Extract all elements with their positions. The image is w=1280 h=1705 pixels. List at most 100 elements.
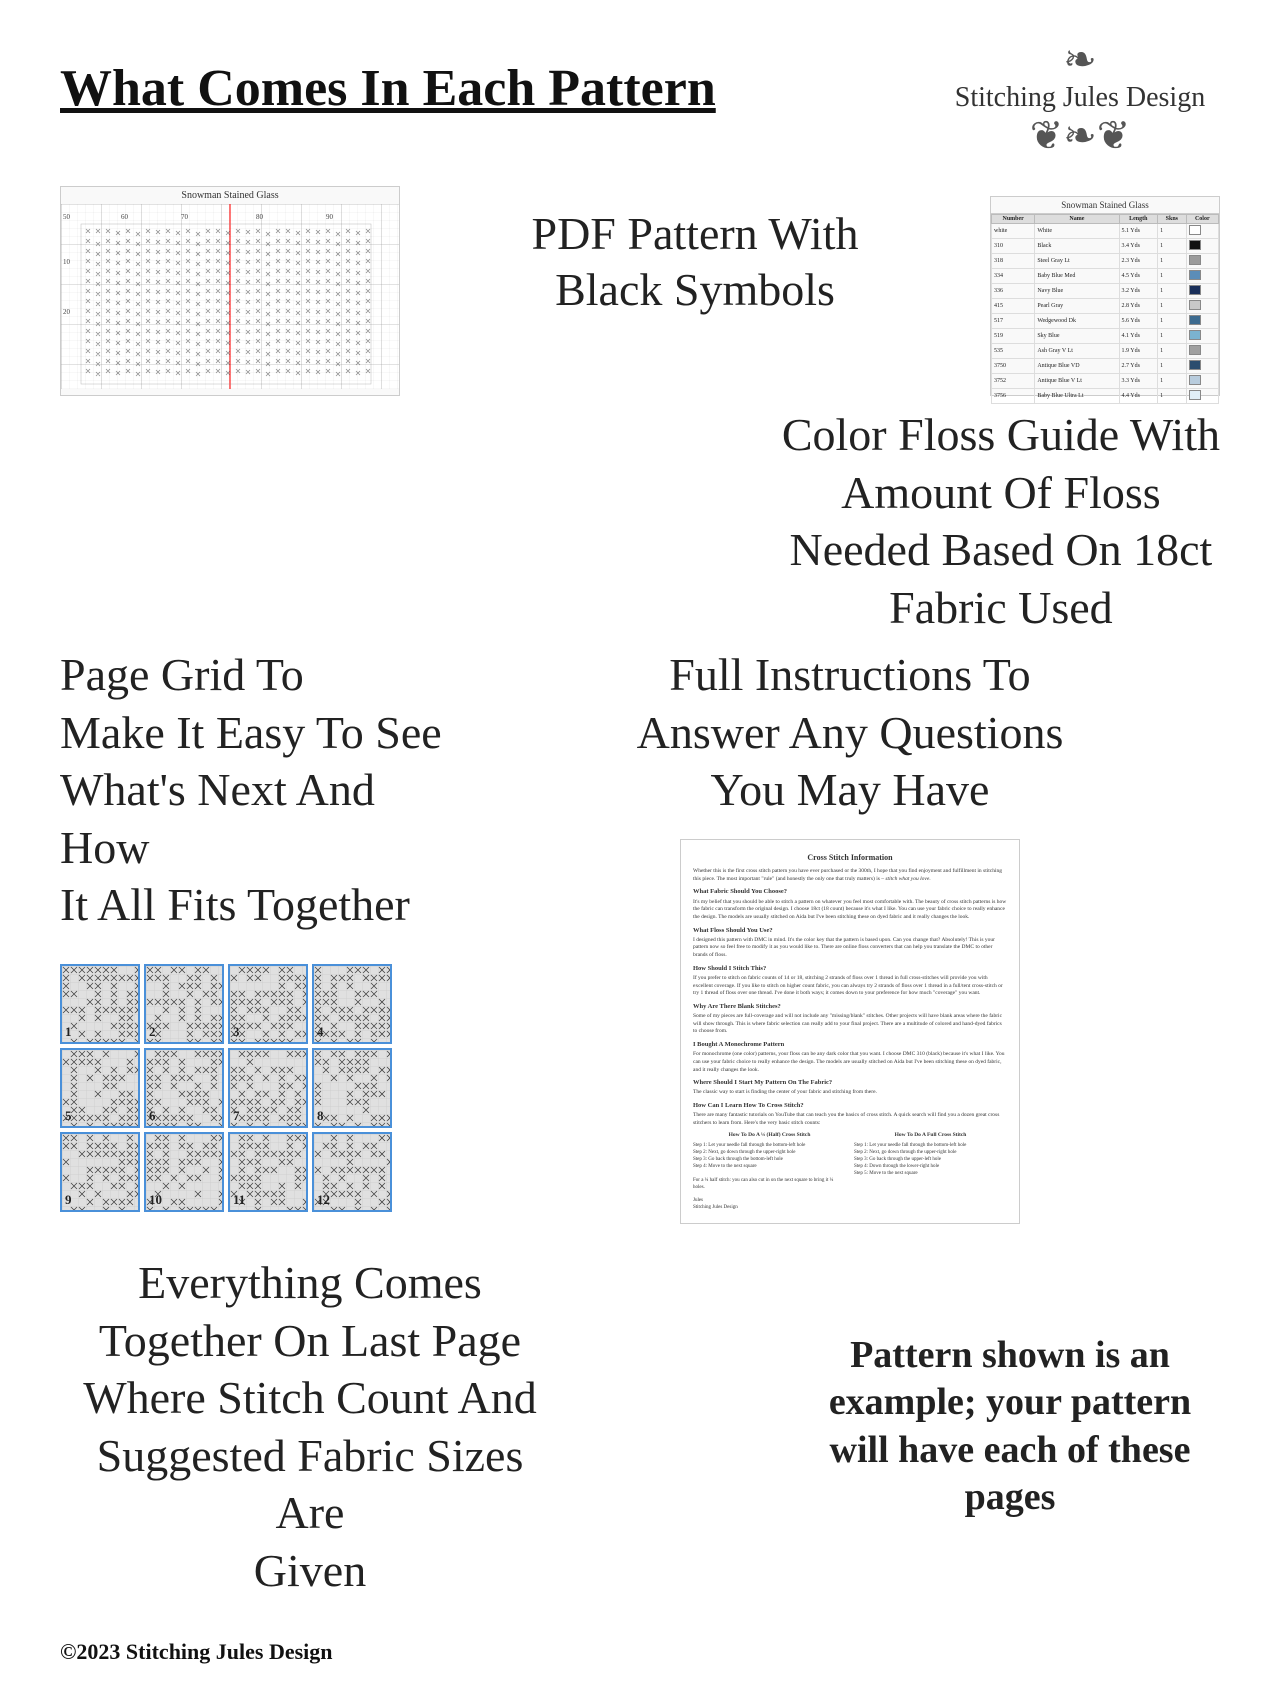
floss-name: Navy Blue [1035, 284, 1119, 299]
color-swatch [1189, 300, 1201, 310]
floss-name: Antique Blue V Lt [1035, 374, 1119, 389]
floss-row: 415 Pearl Gray 2.8 Yds 1 [992, 299, 1219, 314]
col-color: Color [1186, 215, 1218, 224]
floss-number: 310 [992, 239, 1035, 254]
floss-number: 415 [992, 299, 1035, 314]
floss-skns: 1 [1158, 299, 1187, 314]
color-swatch [1189, 315, 1201, 325]
thumbnail-7: 7 [228, 1048, 308, 1128]
color-swatch [1189, 225, 1201, 235]
thumbnail-6: 6 [144, 1048, 224, 1128]
svg-text:90: 90 [326, 213, 334, 221]
floss-name: Steel Gray Lt [1035, 254, 1119, 269]
floss-skns: 1 [1158, 329, 1187, 344]
inst-heading-4: Why Are There Blank Stitches? [693, 1002, 1007, 1011]
thumb-number-8: 8 [317, 1108, 324, 1124]
floss-row: 336 Navy Blue 3.2 Yds 1 [992, 284, 1219, 299]
color-swatch [1189, 390, 1201, 400]
pdf-label: PDF Pattern With Black Symbols [420, 186, 970, 316]
page: What Comes In Each Pattern ❧ Stitching J… [0, 0, 1280, 1705]
inst-para-5: For monochrome (one color) patterns, you… [693, 1051, 1007, 1074]
floss-number: 336 [992, 284, 1035, 299]
floss-color-cell [1186, 299, 1218, 314]
svg-text:20: 20 [63, 308, 71, 316]
floss-skns: 1 [1158, 359, 1187, 374]
half-step-4: Step 4: Move to the next square [693, 1163, 846, 1170]
floss-length: 4.5 Yds [1119, 269, 1158, 284]
floss-number: 3750 [992, 359, 1035, 374]
inst-heading-7: How Can I Learn How To Cross Stitch? [693, 1101, 1007, 1110]
color-swatch [1189, 240, 1201, 250]
cross-stitch-preview: Snowman Stained Glass [60, 186, 400, 396]
thumbnail-4: 4 [312, 964, 392, 1044]
inst-para-0: Whether this is the first cross stitch p… [693, 868, 1007, 883]
logo-ornament-bottom: ❦❧❦ [940, 116, 1220, 156]
thumb-number-11: 11 [233, 1192, 245, 1208]
floss-row: 3750 Antique Blue VD 2.7 Yds 1 [992, 359, 1219, 374]
half-stitch-col: How To Do A ¼ (Half) Cross Stitch Step 1… [693, 1132, 846, 1191]
svg-text:60: 60 [121, 213, 129, 221]
thumbnails-grid: 123456789101112 [60, 964, 392, 1212]
section-floss: Color Floss Guide With Amount Of Floss N… [60, 406, 1220, 636]
thumb-number-5: 5 [65, 1108, 72, 1124]
floss-length: 2.3 Yds [1119, 254, 1158, 269]
inst-para-3: If you prefer to stitch on fabric counts… [693, 975, 1007, 998]
floss-number: 334 [992, 269, 1035, 284]
pattern-note: Pattern shown is an example; your patter… [800, 1332, 1220, 1522]
thumb-number-2: 2 [149, 1024, 156, 1040]
section-bottom: Everything Comes Together On Last Page W… [60, 1254, 1220, 1599]
color-swatch [1189, 255, 1201, 265]
floss-length: 5.1 Yds [1119, 224, 1158, 239]
floss-color-cell [1186, 284, 1218, 299]
floss-name: Baby Blue Med [1035, 269, 1119, 284]
floss-skns: 1 [1158, 239, 1187, 254]
inst-heading-6: Where Should I Start My Pattern On The F… [693, 1078, 1007, 1087]
floss-skns: 1 [1158, 224, 1187, 239]
floss-length: 2.8 Yds [1119, 299, 1158, 314]
floss-length: 3.3 Yds [1119, 374, 1158, 389]
svg-text:80: 80 [256, 213, 264, 221]
floss-skns: 1 [1158, 344, 1187, 359]
inst-para-1: It's my belief that you should be able t… [693, 899, 1007, 922]
inst-para-2: I designed this pattern with DMC in mind… [693, 937, 1007, 960]
inst-para-4: Some of my pieces are full-coverage and … [693, 1013, 1007, 1036]
floss-color-cell [1186, 344, 1218, 359]
thumb-number-4: 4 [317, 1024, 324, 1040]
floss-color-cell [1186, 359, 1218, 374]
floss-row: 3752 Antique Blue V Lt 3.3 Yds 1 [992, 374, 1219, 389]
floss-number: 517 [992, 314, 1035, 329]
logo-text: Stitching Jules Design [940, 80, 1220, 116]
color-swatch [1189, 270, 1201, 280]
full-step-5: Step 5: Move to the next square [854, 1170, 1007, 1177]
everything-label: Everything Comes Together On Last Page W… [60, 1254, 560, 1599]
thumbnail-1: 1 [60, 964, 140, 1044]
color-swatch [1189, 285, 1201, 295]
floss-skns: 1 [1158, 269, 1187, 284]
floss-skns: 1 [1158, 314, 1187, 329]
thumb-number-10: 10 [149, 1192, 162, 1208]
floss-guide-preview: Snowman Stained Glass Number Name Length… [990, 196, 1220, 396]
full-stitch-title: How To Do A Full Cross Stitch [854, 1132, 1007, 1140]
full-step-1: Step 1: Let your needle fall through the… [854, 1142, 1007, 1149]
svg-text:10: 10 [63, 258, 71, 266]
full-stitch-col: How To Do A Full Cross Stitch Step 1: Le… [854, 1132, 1007, 1191]
logo-ornament-top: ❧ [940, 40, 1220, 80]
floss-color-cell [1186, 254, 1218, 269]
floss-row: 519 Sky Blue 4.1 Yds 1 [992, 329, 1219, 344]
floss-length: 2.7 Yds [1119, 359, 1158, 374]
page-title: What Comes In Each Pattern [60, 60, 716, 117]
floss-color-cell [1186, 389, 1218, 404]
instructions-preview: Cross Stitch Information Whether this is… [680, 839, 1020, 1224]
half-step-3: Step 3: Go back through the bottom-left … [693, 1156, 846, 1163]
thumb-number-3: 3 [233, 1024, 240, 1040]
floss-color-cell [1186, 329, 1218, 344]
floss-color-cell [1186, 374, 1218, 389]
full-step-2: Step 2: Next, go down through the upper-… [854, 1149, 1007, 1156]
section-grid-instructions: Page Grid To Make It Easy To See What's … [60, 646, 1220, 1224]
color-swatch [1189, 345, 1201, 355]
floss-color-cell [1186, 269, 1218, 284]
floss-color-cell [1186, 224, 1218, 239]
floss-name: Antique Blue VD [1035, 359, 1119, 374]
col-length: Length [1119, 215, 1158, 224]
floss-row: white White 5.1 Yds 1 [992, 224, 1219, 239]
